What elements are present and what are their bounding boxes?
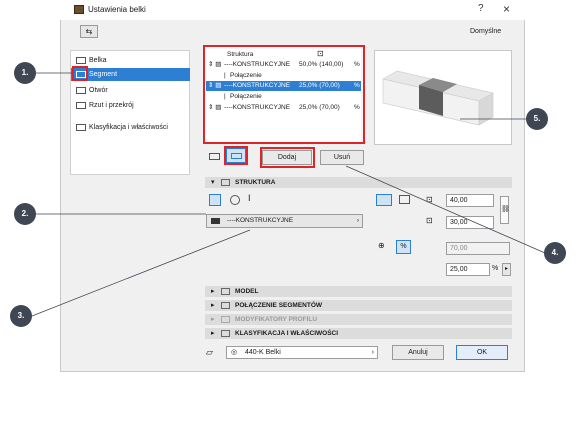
callout-5: 5. [526, 108, 548, 130]
callout-3: 3. [10, 305, 32, 327]
callout-1: 1. [14, 62, 36, 84]
callout-lines [31, 72, 546, 317]
callout-2: 2. [14, 203, 36, 225]
callout-4: 4. [544, 242, 566, 264]
